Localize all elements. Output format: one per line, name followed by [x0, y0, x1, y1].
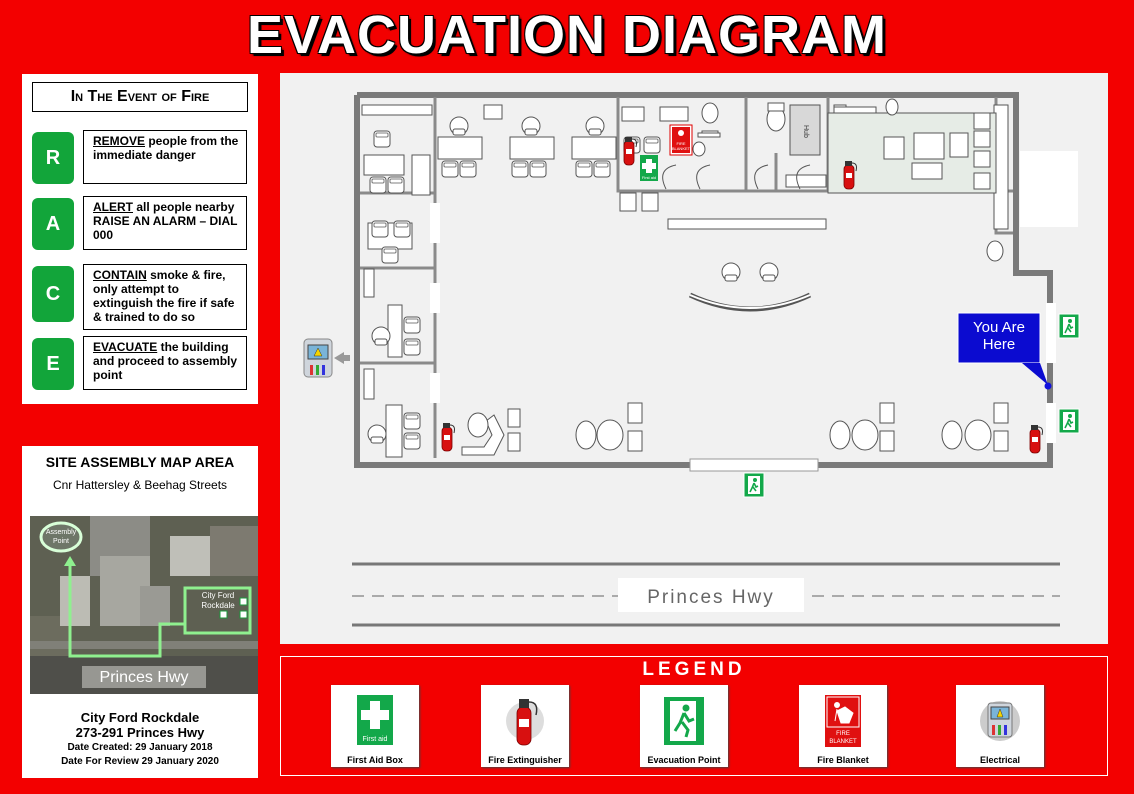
external-platform: [1020, 151, 1078, 227]
road: Princes Hwy: [352, 562, 1060, 627]
race-letter-a: A: [32, 198, 74, 250]
hub-label: Hub: [802, 125, 809, 138]
race-text-remove: REMOVE people from the immediate danger: [83, 130, 247, 184]
you-are-here-marker: You Are Here: [957, 312, 1052, 390]
race-heading: In The Event of Fire: [32, 82, 248, 112]
race-step-remove: R REMOVE people from the immediate dange…: [30, 130, 252, 186]
race-keyword: ALERT: [93, 200, 133, 214]
race-letter-r: R: [32, 132, 74, 184]
legend-panel: LEGEND First aid First Aid Box Fire Exti…: [280, 656, 1108, 776]
first-aid-box-icon: First aid: [357, 695, 393, 745]
floor-plan: Hub First aid FIRE BLANKET You Are Here …: [303, 92, 1080, 627]
side-door: [1046, 303, 1056, 363]
evacuation-point-icon: [1058, 408, 1080, 434]
date-created: Date Created: 29 January 2018: [67, 742, 213, 753]
legend-label: Evacuation Point: [647, 755, 721, 765]
page-title: EVACUATION DIAGRAM: [247, 5, 887, 65]
reception-counter: [689, 294, 811, 309]
office-furniture: [361, 104, 1009, 458]
race-keyword: EVACUATE: [93, 340, 158, 354]
electrical-icon: [303, 338, 350, 378]
fire-blanket-icon: FIRE BLANKET: [825, 695, 861, 747]
road-label: Princes Hwy: [647, 587, 775, 608]
evacuation-point-icon: [1058, 313, 1080, 339]
legend-title: LEGEND: [642, 659, 746, 680]
map-road-label: Princes Hwy: [100, 669, 189, 686]
map-assembly-label: Assembly: [46, 529, 77, 536]
fire-blanket-icon-text: BLANKET: [829, 739, 857, 745]
first-aid-icon-text: First aid: [363, 736, 388, 743]
legend-item-fire-blanket: FIRE BLANKET Fire Blanket: [799, 685, 887, 767]
fire-blanket-small-label: BLANKET: [672, 146, 691, 151]
floor-plan-panel: Hub First aid FIRE BLANKET You Are Here …: [280, 73, 1108, 644]
legend-label: First Aid Box: [347, 755, 403, 765]
you-are-here-label: Here: [983, 336, 1016, 353]
race-step-evacuate: E EVACUATE the building and proceed to a…: [30, 336, 252, 392]
map-site-label: Rockdale: [201, 601, 235, 610]
assembly-panel: SITE ASSEMBLY MAP AREA Cnr Hattersley & …: [22, 446, 258, 778]
legend-label: Electrical: [979, 755, 1021, 765]
race-text-contain: CONTAIN smoke & fire, only attempt to ex…: [83, 264, 247, 330]
race-text-alert: ALERT all people nearby RAISE AN ALARM –…: [83, 196, 247, 250]
legend-item-evacuation-point: Evacuation Point: [640, 685, 728, 767]
race-text-evacuate: EVACUATE the building and proceed to ass…: [83, 336, 247, 390]
first-aid-box-icon: First aid: [640, 155, 658, 181]
race-keyword: CONTAIN: [93, 268, 147, 282]
fire-blanket-icon-text: FIRE: [836, 731, 850, 737]
date-review: Date For Review 29 January 2020: [61, 756, 219, 767]
side-door: [1046, 403, 1056, 443]
legend-label: Fire Blanket: [817, 755, 869, 765]
bottom-furniture: [461, 402, 1009, 456]
race-letter-c: C: [32, 266, 74, 322]
fire-extinguisher-icon: [506, 699, 544, 746]
map-assembly-label: Point: [53, 538, 69, 545]
site-address: 273-291 Princes Hwy: [75, 725, 205, 740]
race-letter-e: E: [32, 338, 74, 390]
arrow-left-icon: [334, 352, 344, 364]
front-door: [689, 458, 819, 472]
legend-label: Fire Extinguisher: [488, 755, 562, 765]
evacuation-point-icon: [664, 697, 704, 745]
assembly-map-image: Assembly Point City Ford Rockdale Prince…: [30, 516, 258, 694]
race-step-contain: C CONTAIN smoke & fire, only attempt to …: [30, 264, 252, 330]
electrical-icon: [980, 701, 1020, 741]
legend-item-electrical: Electrical: [956, 685, 1044, 767]
door-gap: [430, 283, 440, 313]
map-site-label: City Ford: [202, 591, 234, 600]
first-aid-small-label: First aid: [642, 175, 656, 180]
legend-item-fire-extinguisher: Fire Extinguisher: [481, 685, 569, 767]
door-gap: [430, 203, 440, 243]
evacuation-point-icon: [743, 472, 765, 498]
fire-extinguisher-icon: [441, 422, 455, 452]
fire-blanket-icon: FIRE BLANKET: [669, 124, 693, 156]
legend-item-first-aid: First aid First Aid Box: [331, 685, 419, 767]
race-step-alert: A ALERT all people nearby RAISE AN ALARM…: [30, 196, 252, 252]
door-gap: [430, 373, 440, 403]
race-panel: In The Event of Fire R REMOVE people fro…: [22, 74, 258, 404]
assembly-subtitle: Cnr Hattersley & Beehag Streets: [52, 478, 228, 492]
you-are-here-label: You Are: [973, 319, 1025, 336]
site-name: City Ford Rockdale: [80, 710, 200, 725]
fire-extinguisher-icon: [1029, 424, 1043, 454]
race-keyword: REMOVE: [93, 134, 146, 148]
assembly-map: Assembly Point City Ford Rockdale Prince…: [30, 516, 258, 694]
assembly-title: SITE ASSEMBLY MAP AREA: [45, 454, 235, 470]
